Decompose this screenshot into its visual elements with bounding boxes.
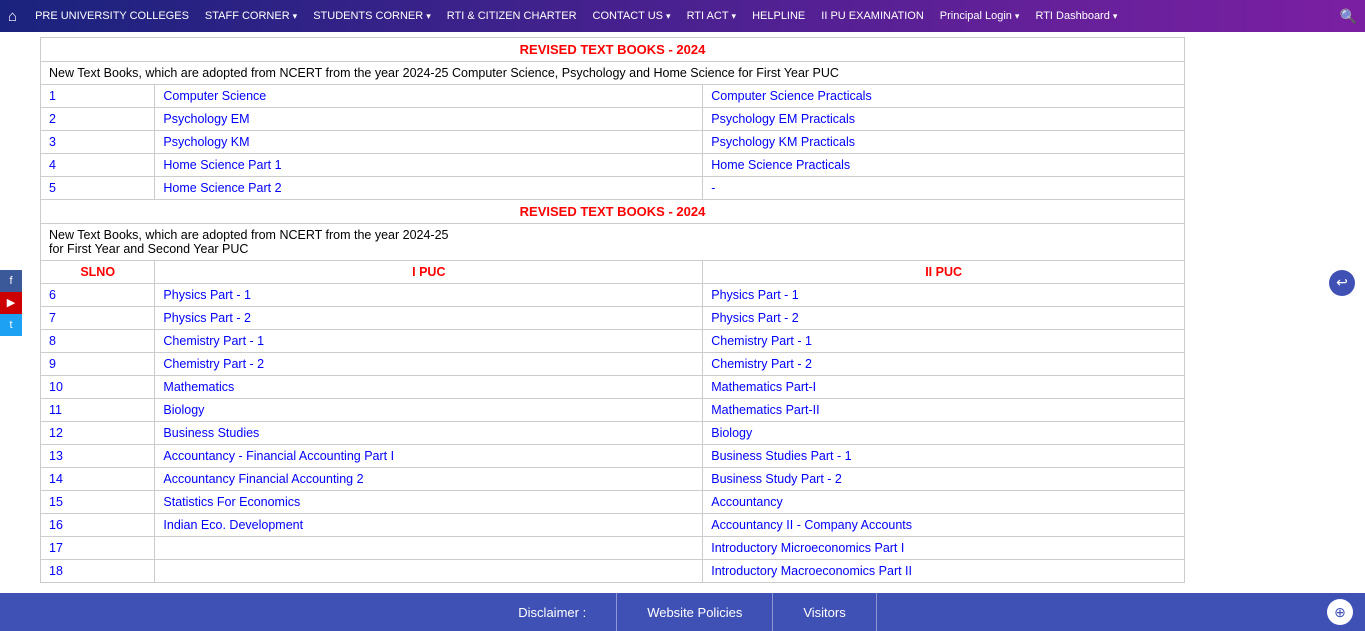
nav-principal-login[interactable]: Principal Login▾ bbox=[932, 10, 1028, 22]
ipuc-cell[interactable]: Psychology KM bbox=[155, 131, 703, 154]
section2-header-row: REVISED TEXT BOOKS - 2024 bbox=[41, 200, 1185, 224]
navbar: ⌂ PRE UNIVERSITY COLLEGES STAFF CORNER▾ … bbox=[0, 0, 1365, 32]
section2-info-row: New Text Books, which are adopted from N… bbox=[41, 224, 1185, 261]
table-row: 1 Computer Science Computer Science Prac… bbox=[41, 85, 1185, 108]
ipuc-cell[interactable]: Home Science Part 2 bbox=[155, 177, 703, 200]
col-ipuc: I PUC bbox=[155, 261, 703, 284]
table-row: 2 Psychology EM Psychology EM Practicals bbox=[41, 108, 1185, 131]
ipuc-cell[interactable]: Home Science Part 1 bbox=[155, 154, 703, 177]
section2-info-cell: New Text Books, which are adopted from N… bbox=[41, 224, 1185, 261]
nav-rti-dashboard[interactable]: RTI Dashboard▾ bbox=[1027, 10, 1125, 22]
table-row: 7 Physics Part - 2 Physics Part - 2 bbox=[41, 307, 1185, 330]
home-icon[interactable]: ⌂ bbox=[8, 8, 17, 25]
iipuc-cell[interactable]: Psychology EM Practicals bbox=[703, 108, 1185, 131]
table-row: 11 Biology Mathematics Part-II bbox=[41, 399, 1185, 422]
table-row: 14 Accountancy Financial Accounting 2 Bu… bbox=[41, 468, 1185, 491]
twitter-button[interactable]: t bbox=[0, 314, 22, 336]
row-num: 4 bbox=[41, 154, 155, 177]
table-row: 15 Statistics For Economics Accountancy bbox=[41, 491, 1185, 514]
table-row: 8 Chemistry Part - 1 Chemistry Part - 1 bbox=[41, 330, 1185, 353]
section1-info-row: New Text Books, which are adopted from N… bbox=[41, 62, 1185, 85]
table-row: 17 Introductory Microeconomics Part I bbox=[41, 537, 1185, 560]
table-row: 10 Mathematics Mathematics Part-I bbox=[41, 376, 1185, 399]
table-row: 16 Indian Eco. Development Accountancy I… bbox=[41, 514, 1185, 537]
section1-header-row: REVISED TEXT BOOKS - 2024 bbox=[41, 38, 1185, 62]
iipuc-cell[interactable]: Psychology KM Practicals bbox=[703, 131, 1185, 154]
nav-helpline[interactable]: HELPLINE bbox=[744, 10, 813, 22]
nav-rti-citizen[interactable]: RTI & CITIZEN CHARTER bbox=[439, 10, 585, 22]
footer-scroll-button[interactable]: ⊕ bbox=[1327, 599, 1353, 625]
facebook-button[interactable]: f bbox=[0, 270, 22, 292]
table-row: 5 Home Science Part 2 - bbox=[41, 177, 1185, 200]
table-row: 13 Accountancy - Financial Accounting Pa… bbox=[41, 445, 1185, 468]
nav-pre-university[interactable]: PRE UNIVERSITY COLLEGES bbox=[27, 10, 197, 22]
ipuc-cell[interactable]: Psychology EM bbox=[155, 108, 703, 131]
youtube-button[interactable]: ▶ bbox=[0, 292, 22, 314]
table-row: 6 Physics Part - 1 Physics Part - 1 bbox=[41, 284, 1185, 307]
scroll-top-right-button[interactable]: ↩ bbox=[1329, 270, 1355, 296]
textbooks-table: REVISED TEXT BOOKS - 2024 New Text Books… bbox=[40, 37, 1185, 583]
row-num: 3 bbox=[41, 131, 155, 154]
col-slno: SLNO bbox=[41, 261, 155, 284]
row-num: 1 bbox=[41, 85, 155, 108]
iipuc-cell[interactable]: Home Science Practicals bbox=[703, 154, 1185, 177]
ipuc-cell[interactable]: Computer Science bbox=[155, 85, 703, 108]
iipuc-cell: - bbox=[703, 177, 1185, 200]
nav-staff-corner[interactable]: STAFF CORNER▾ bbox=[197, 10, 305, 22]
row-num: 2 bbox=[41, 108, 155, 131]
section2-header-cell: REVISED TEXT BOOKS - 2024 bbox=[41, 200, 1185, 224]
table-row: 4 Home Science Part 1 Home Science Pract… bbox=[41, 154, 1185, 177]
table-row: 9 Chemistry Part - 2 Chemistry Part - 2 bbox=[41, 353, 1185, 376]
section1-header-cell: REVISED TEXT BOOKS - 2024 bbox=[41, 38, 1185, 62]
iipuc-cell[interactable]: Computer Science Practicals bbox=[703, 85, 1185, 108]
table-row: 12 Business Studies Biology bbox=[41, 422, 1185, 445]
nav-contact-us[interactable]: CONTACT US▾ bbox=[585, 10, 679, 22]
col-iipuc: II PUC bbox=[703, 261, 1185, 284]
main-content: REVISED TEXT BOOKS - 2024 New Text Books… bbox=[0, 37, 1365, 593]
table-row: 18 Introductory Macroeconomics Part II bbox=[41, 560, 1185, 583]
section1-info-cell: New Text Books, which are adopted from N… bbox=[41, 62, 1185, 85]
row-num: 5 bbox=[41, 177, 155, 200]
nav-students-corner[interactable]: STUDENTS CORNER▾ bbox=[305, 10, 439, 22]
search-icon[interactable]: 🔍 bbox=[1340, 8, 1357, 25]
nav-rti-act[interactable]: RTI ACT▾ bbox=[679, 10, 745, 22]
section2-col-header-row: SLNO I PUC II PUC bbox=[41, 261, 1185, 284]
social-sidebar: f ▶ t bbox=[0, 270, 22, 336]
table-row: 3 Psychology KM Psychology KM Practicals bbox=[41, 131, 1185, 154]
nav-ii-pu[interactable]: II PU EXAMINATION bbox=[813, 10, 931, 22]
